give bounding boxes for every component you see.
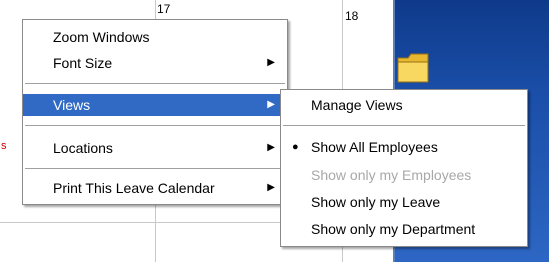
menu-item-label: Views [53,97,91,113]
menu-item-label: Show All Employees [311,139,438,155]
arrow-right-icon: ▶ [267,57,275,68]
menu-item-views[interactable]: Views ▶ [23,94,287,116]
menu-item-label: Show only my Department [311,221,476,237]
submenu-item-show-my-department[interactable]: Show only my Department [281,218,527,240]
arrow-right-icon: ▶ [267,142,275,153]
calendar-event-text: s [1,140,7,152]
menu-item-label: Show only my Employees [311,167,472,183]
menu-item-label: Manage Views [311,97,403,113]
menu-item-label: Zoom Windows [53,29,150,45]
bullet-icon: ● [292,141,299,153]
context-menu: Zoom Windows Font Size ▶ Views ▶ Locatio… [22,19,288,205]
arrow-right-icon: ▶ [267,182,275,193]
calendar-day-18: 18 [345,9,359,23]
submenu-item-show-my-employees[interactable]: Show only my Employees [281,164,527,186]
menu-item-label: Show only my Leave [311,194,441,210]
menu-item-print-leave-calendar[interactable]: Print This Leave Calendar ▶ [23,177,287,199]
menu-item-label: Locations [53,140,113,156]
calendar-day-17: 17 [157,2,171,16]
menu-separator [25,125,285,127]
submenu-item-manage-views[interactable]: Manage Views [281,94,527,116]
menu-item-label: Font Size [53,55,113,71]
menu-separator [25,168,285,170]
submenu-item-show-all-employees[interactable]: ● Show All Employees [281,136,527,158]
menu-item-font-size[interactable]: Font Size ▶ [23,52,287,74]
views-submenu: Manage Views ● Show All Employees Show o… [280,89,528,247]
menu-item-zoom-windows[interactable]: Zoom Windows [23,26,287,48]
menu-item-locations[interactable]: Locations ▶ [23,137,287,159]
menu-separator [25,83,285,85]
menu-item-label: Print This Leave Calendar [53,180,215,196]
folder-icon[interactable] [396,48,430,84]
menu-separator [283,125,525,127]
arrow-right-icon: ▶ [267,99,275,110]
submenu-item-show-my-leave[interactable]: Show only my Leave [281,191,527,213]
